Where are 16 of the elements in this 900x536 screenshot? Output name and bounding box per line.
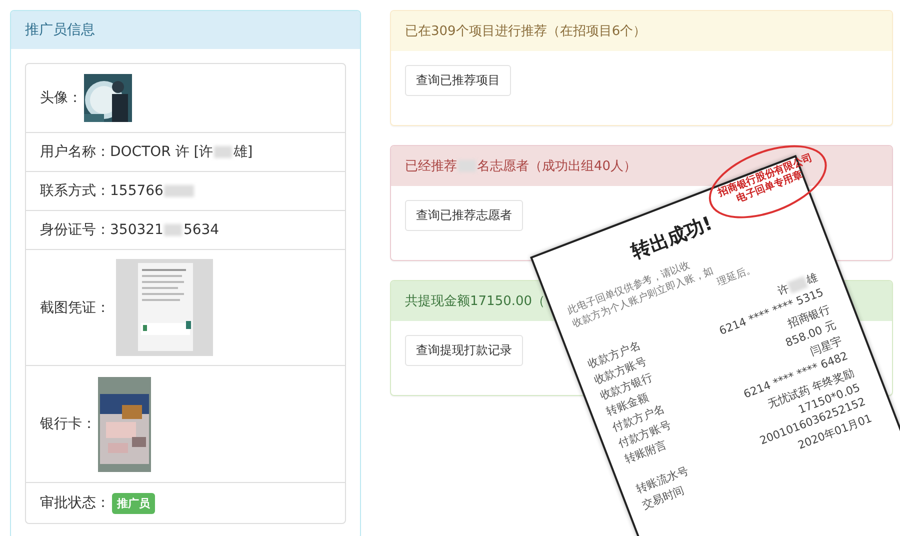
panel-title: 已在309个项目进行推荐（在招项目6个） (405, 23, 646, 40)
query-button[interactable]: 查询已推荐志愿者 (405, 200, 523, 231)
field-text: 用户名称：DOCTOR 许 [许 雄] (40, 143, 253, 161)
field-text: 联系方式：155766 (40, 182, 196, 200)
field-label: 头像： (40, 89, 82, 107)
query-button[interactable]: 查询已推荐项目 (405, 65, 511, 96)
query-button[interactable]: 查询提现打款记录 (405, 335, 523, 366)
field-label: 银行卡： (40, 415, 96, 433)
field-label: 截图凭证： (40, 298, 110, 316)
panel-title: 已经推荐 名志愿者（成功出组40人） (405, 158, 637, 175)
receipt-note: 理延后。 (714, 262, 758, 290)
field-text: 身份证号：350321 5634 (40, 221, 220, 239)
panel-title: 推广员信息 (25, 21, 95, 39)
field-label: 审批状态： (40, 494, 110, 512)
status-badge: 推广员 (112, 492, 155, 514)
panel-title: 共提现金额17150.00（ (405, 293, 546, 310)
